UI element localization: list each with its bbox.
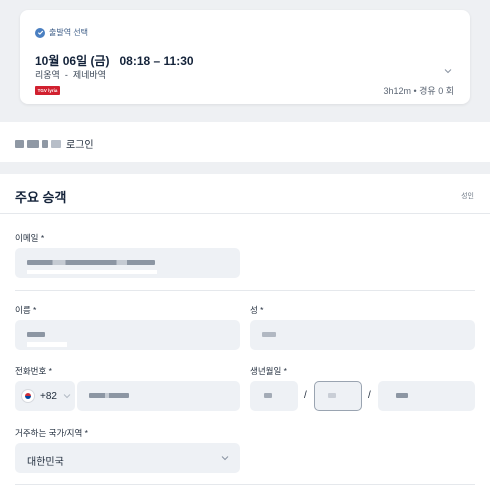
redacted-text: [15, 139, 61, 148]
divider: [0, 213, 490, 214]
redacted-underline: [27, 342, 67, 347]
main-passenger-form: 주요 승객 성인 이메일 * 이름 * 성 * 전화번호 * +82 생년월일 …: [0, 174, 490, 490]
section-gap: [0, 162, 490, 174]
country-code-value: +82: [40, 390, 57, 402]
check-circle-icon: [35, 27, 45, 38]
email-label: 이메일 *: [15, 233, 45, 243]
trip-card[interactable]: 출발역 선택 10월 06일 (금) 08:18 – 11:30 리옹역 - 제…: [20, 10, 470, 104]
phone-label: 전화번호 *: [15, 366, 52, 376]
trip-summary-section: 출발역 선택 10월 06일 (금) 08:18 – 11:30 리옹역 - 제…: [0, 0, 490, 122]
email-field[interactable]: [15, 248, 240, 278]
redacted-value: [264, 393, 272, 398]
last-name-label: 성 *: [250, 305, 264, 315]
korea-flag-icon: [21, 389, 35, 403]
country-code-display: +82: [21, 389, 57, 403]
residence-select[interactable]: 대한민국: [15, 443, 240, 473]
operator-logo: TGV lyria: [35, 86, 60, 95]
birth-date-label: 생년월일 *: [250, 366, 287, 376]
trip-date-time: 10월 06일 (금) 08:18 – 11:30: [35, 54, 194, 68]
birth-year-field[interactable]: [250, 381, 298, 411]
redacted-value: [27, 332, 45, 337]
trip-tag-label: 출발역 선택: [49, 28, 89, 37]
redacted-value: [328, 393, 336, 398]
chevron-down-icon[interactable]: [443, 66, 453, 76]
login-prompt[interactable]: 로그인: [0, 122, 490, 162]
chevron-down-icon: [221, 456, 229, 461]
redacted-value: [89, 393, 129, 398]
country-code-select[interactable]: +82: [15, 381, 75, 411]
section-title: 주요 승객: [15, 190, 67, 205]
redacted-value: [27, 260, 155, 265]
login-link[interactable]: 로그인: [15, 136, 94, 151]
divider: [15, 484, 475, 485]
birth-month-field[interactable]: [314, 381, 362, 411]
phone-field[interactable]: [77, 381, 240, 411]
birth-day-field[interactable]: [378, 381, 475, 411]
passenger-type-label: 성인: [461, 193, 474, 200]
trip-tag: 출발역 선택: [35, 27, 88, 38]
trip-duration-transfers: 3h12m • 경유 0 회: [383, 86, 454, 96]
redacted-value: [262, 332, 276, 337]
date-separator: /: [304, 390, 307, 401]
first-name-field[interactable]: [15, 320, 240, 350]
divider: [15, 290, 475, 291]
redacted-value: [396, 393, 408, 398]
chevron-down-icon: [63, 394, 71, 399]
residence-value: 대한민국: [27, 457, 64, 468]
first-name-label: 이름 *: [15, 305, 37, 315]
redacted-underline: [27, 270, 157, 274]
date-separator: /: [368, 390, 371, 401]
login-label: 로그인: [66, 140, 94, 151]
residence-label: 거주하는 국가/지역 *: [15, 428, 88, 438]
trip-route: 리옹역 - 제네바역: [35, 70, 106, 80]
last-name-field[interactable]: [250, 320, 475, 350]
